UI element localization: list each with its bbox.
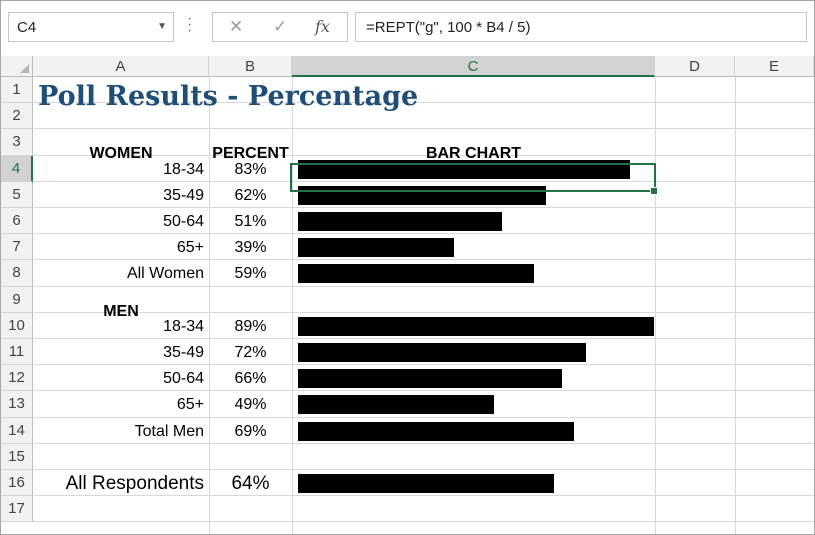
formula-text: =REPT("g", 100 * B4 / 5) [366,19,531,36]
select-all-corner[interactable] [1,56,33,77]
row-percent[interactable]: 69% [209,423,292,441]
gridline-row [33,469,814,470]
gridline-row [33,233,814,235]
chevron-down-icon[interactable]: ▼ [157,21,167,32]
column-header-d[interactable]: D [655,56,735,77]
bar-chart-bar[interactable] [298,264,534,284]
row-header-3[interactable]: 3 [1,129,33,156]
drag-handle-icon[interactable]: · · · [187,11,193,39]
column-header-c[interactable]: C [292,56,655,77]
column-header-a[interactable]: A [33,56,209,77]
select-all-triangle-icon [20,64,29,73]
gridline-row [33,338,814,339]
bar-chart-bar[interactable] [298,316,654,336]
gridline-row [33,416,814,418]
column-header-b[interactable]: B [209,56,292,77]
gridline-row [33,259,814,261]
gridline-row [33,285,814,287]
gridline-row [33,521,814,523]
formula-buttons: ✕ ✓ fx [212,12,348,42]
row-label[interactable]: 35-49 [33,344,204,362]
row-header-12[interactable]: 12 [1,365,33,392]
row-label[interactable]: All Women [33,265,204,283]
name-box[interactable]: C4 ▼ [8,12,174,42]
gridline-row [33,390,814,392]
row-header-10[interactable]: 10 [1,312,33,339]
row-percent[interactable]: 59% [209,265,292,283]
bar-chart-bar[interactable] [298,369,562,389]
gridline-row [33,364,814,366]
row-label[interactable]: 65+ [33,396,204,414]
row-label[interactable]: 18-34 [33,161,204,179]
row-header-17[interactable]: 17 [1,496,33,523]
cell-grid[interactable]: Poll Results - Percentage WOMEN PERCENT … [33,77,814,534]
column-header-e[interactable]: E [735,56,814,77]
bar-chart-bar[interactable] [298,343,586,362]
row-header-11[interactable]: 11 [1,339,33,366]
fill-handle[interactable] [650,187,658,195]
bar-chart-bar[interactable] [298,474,554,493]
gridline-row [33,207,814,208]
gridline-row [33,442,814,444]
bar-chart-bar[interactable] [298,421,574,441]
row-percent[interactable]: 51% [209,213,292,231]
formula-input[interactable]: =REPT("g", 100 * B4 / 5) [355,12,807,42]
row-header-1[interactable]: 1 [1,77,33,104]
row-header-7[interactable]: 7 [1,234,33,261]
row-label[interactable]: Total Men [33,423,204,441]
row-percent[interactable]: 64% [209,473,292,495]
row-header-9[interactable]: 9 [1,286,33,313]
cancel-icon[interactable]: ✕ [229,17,243,37]
row-percent[interactable]: 39% [209,239,292,257]
row-percent[interactable]: 89% [209,318,292,336]
row-label[interactable]: 50-64 [33,213,204,231]
formula-bar: C4 ▼ · · · ✕ ✓ fx =REPT("g", 100 * B4 / 5) [1,1,814,55]
bar-chart-bar[interactable] [298,395,494,415]
row-percent[interactable]: 62% [209,187,292,205]
row-header-2[interactable]: 2 [1,103,33,130]
row-header-4[interactable]: 4 [1,155,33,182]
gridline-col [735,77,736,534]
row-label[interactable]: 18-34 [33,318,204,336]
gridline-row [33,128,814,130]
row-header-13[interactable]: 13 [1,391,33,418]
row-percent[interactable]: 83% [209,161,292,179]
bar-chart-bar[interactable] [298,238,454,258]
insert-function-icon[interactable]: fx [315,17,330,36]
name-box-value: C4 [17,19,37,36]
row-header-16[interactable]: 16 [1,470,33,497]
row-percent[interactable]: 72% [209,344,292,362]
gridline-col [655,77,656,534]
row-label[interactable]: All Respondents [33,473,204,495]
row-header-6[interactable]: 6 [1,208,33,235]
active-cell-border [290,163,656,192]
row-label[interactable]: 65+ [33,239,204,257]
spreadsheet-window: C4 ▼ · · · ✕ ✓ fx =REPT("g", 100 * B4 / 5)… [0,0,815,535]
row-label[interactable]: 50-64 [33,370,204,388]
row-header-15[interactable]: 15 [1,443,33,470]
sheet-title[interactable]: Poll Results - Percentage [38,81,418,112]
row-percent[interactable]: 49% [209,396,292,414]
enter-icon[interactable]: ✓ [273,17,287,37]
row-label[interactable]: 35-49 [33,187,204,205]
bar-chart-bar[interactable] [298,212,502,231]
row-header-8[interactable]: 8 [1,260,33,287]
row-header-5[interactable]: 5 [1,181,33,208]
gridline-row [33,495,814,497]
row-header-14[interactable]: 14 [1,417,33,444]
row-percent[interactable]: 66% [209,370,292,388]
